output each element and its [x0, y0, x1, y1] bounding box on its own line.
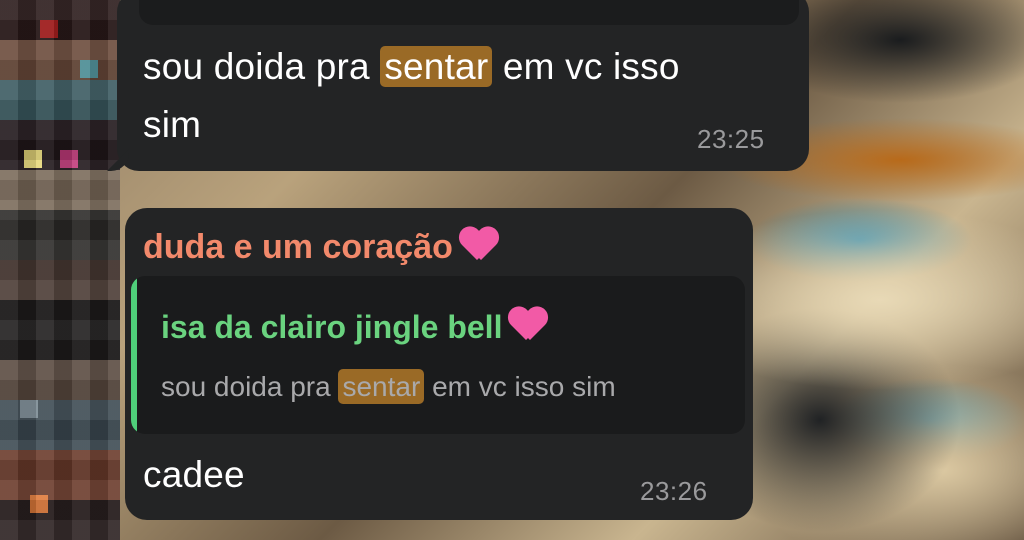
message-text-part: sou doida pra [143, 46, 381, 87]
pink-heart-icon [459, 226, 499, 262]
message-text: cadee [143, 454, 245, 495]
search-highlight: sentar [380, 46, 493, 87]
pixel-block [30, 495, 48, 513]
search-highlight: sentar [338, 369, 425, 404]
reply-accent-bar [131, 276, 137, 434]
message-timestamp: 23:25 [697, 124, 765, 154]
sender-name-text: duda e um coração [143, 228, 453, 266]
reply-text: sou doida pra sentar em vc isso sim [161, 362, 616, 412]
sender-name[interactable]: duda e um coração [143, 226, 499, 267]
pixelated-avatar-column [0, 0, 120, 540]
message-text-part: sim [143, 104, 202, 145]
message-text-part: em vc isso [492, 46, 680, 87]
message-text: sou doida pra sentar em vc isso sim [143, 38, 680, 154]
message-timestamp: 23:26 [640, 476, 708, 506]
message-bubble[interactable]: duda e um coração isa da clairo jingle b… [125, 208, 753, 520]
message-bubble[interactable]: sou doida pra sentar em vc isso sim 23:2… [107, 0, 809, 171]
reply-author-text: isa da clairo jingle bell [161, 309, 503, 345]
reply-author: isa da clairo jingle bell [161, 306, 548, 346]
pixel-block [60, 150, 78, 168]
reply-text-part: em vc isso sim [424, 371, 616, 402]
reply-text-part: sou doida pra [161, 371, 339, 402]
pixel-block [80, 60, 98, 78]
previous-reply-quote [139, 0, 799, 25]
pixel-block [40, 20, 58, 38]
pixel-block [24, 150, 42, 168]
reply-quote[interactable]: isa da clairo jingle bell sou doida pra … [131, 276, 745, 434]
pixel-block [20, 400, 38, 418]
pink-heart-icon [508, 306, 548, 342]
